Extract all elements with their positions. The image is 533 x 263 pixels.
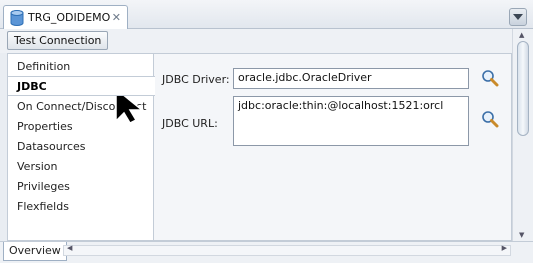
search-icon[interactable] [481, 69, 499, 87]
jdbc-driver-input[interactable]: oracle.jdbc.OracleDriver [233, 68, 469, 89]
editor-tab-strip: TRG_ODIDEMO ✕ [0, 0, 533, 29]
nav-item-datasources[interactable]: Datasources [8, 137, 154, 157]
scroll-up-icon[interactable]: ▲ [519, 31, 524, 39]
vertical-scroll-thumb[interactable] [517, 41, 529, 136]
tab-overview[interactable]: Overview [3, 242, 67, 261]
bottom-bar: Overview ◀ ▶ [0, 241, 533, 263]
close-icon[interactable]: ✕ [112, 11, 121, 24]
nav-item-privileges[interactable]: Privileges [8, 177, 154, 197]
editor-window: TRG_ODIDEMO ✕ Test Connection Definition… [0, 0, 533, 263]
test-connection-button[interactable]: Test Connection [7, 31, 109, 50]
vertical-scrollbar[interactable]: ▲ ▼ [512, 29, 533, 241]
jdbc-url-input[interactable]: jdbc:oracle:thin:@localhost:1521:orcl [233, 96, 469, 146]
editor-tab[interactable]: TRG_ODIDEMO ✕ [3, 5, 128, 29]
editor-toolbar: Test Connection [0, 29, 512, 53]
jdbc-driver-label: JDBC Driver: [162, 73, 230, 86]
tab-list-menu-button[interactable] [509, 8, 527, 26]
horizontal-scrollbar[interactable]: ◀ ▶ [63, 244, 511, 256]
jdbc-url-label: JDBC URL: [162, 117, 218, 130]
editor-tab-title: TRG_ODIDEMO [28, 11, 111, 24]
scroll-down-icon[interactable]: ▼ [519, 231, 524, 239]
nav-item-flexfields[interactable]: Flexfields [8, 197, 154, 217]
search-icon[interactable] [481, 110, 499, 128]
scroll-left-icon[interactable]: ◀ [67, 244, 72, 252]
nav-item-definition[interactable]: Definition [8, 57, 154, 77]
scroll-right-icon[interactable]: ▶ [502, 244, 507, 252]
jdbc-form: JDBC Driver: oracle.jdbc.OracleDriver JD… [154, 54, 511, 240]
database-icon [10, 9, 24, 26]
section-nav: Definition JDBC On Connect/Disconnect Pr… [8, 54, 155, 240]
nav-item-version[interactable]: Version [8, 157, 154, 177]
nav-item-jdbc[interactable]: JDBC [8, 76, 155, 96]
editor-content: Definition JDBC On Connect/Disconnect Pr… [7, 53, 512, 241]
chevron-down-icon [513, 14, 523, 20]
